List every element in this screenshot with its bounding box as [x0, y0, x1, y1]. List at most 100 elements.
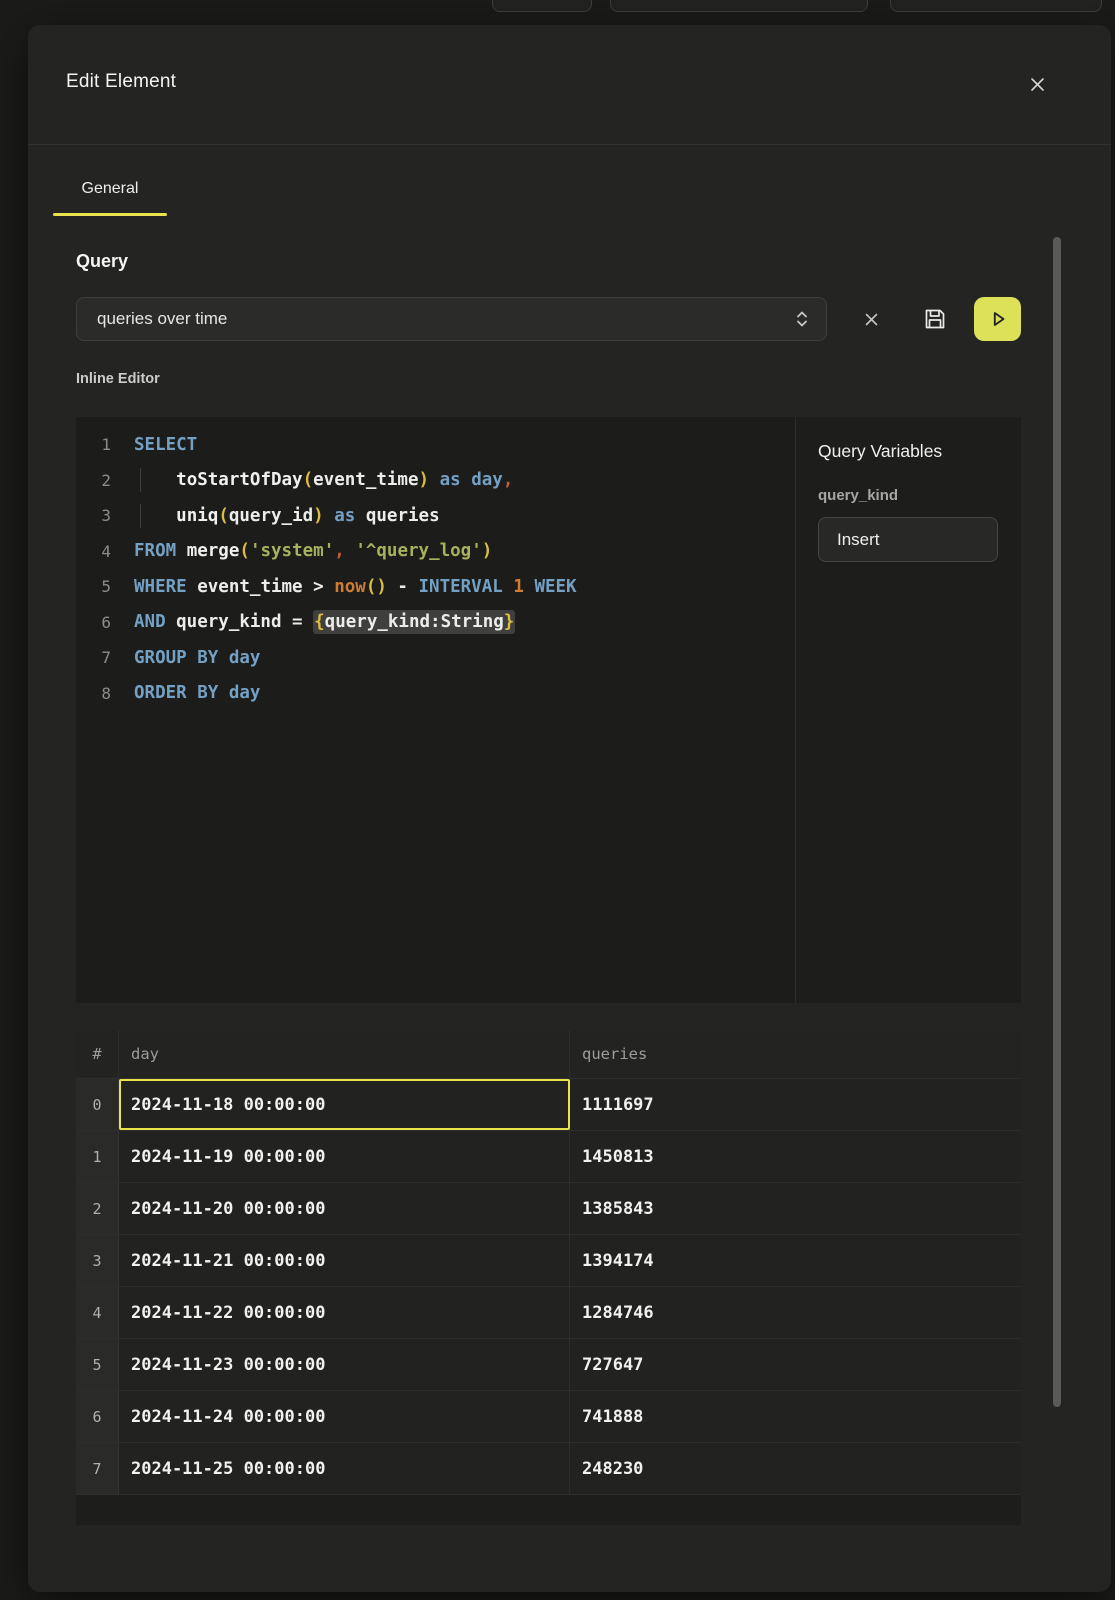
clear-x-icon [865, 313, 878, 326]
code-token-paren: ( [303, 470, 314, 490]
row-index-cell: 6 [76, 1391, 119, 1442]
code-token-plain: query_kind = [166, 612, 314, 632]
query-variables-list: query_kind Insert [818, 487, 999, 562]
code-text: FROM merge('system', '^query_log') [134, 541, 492, 561]
queries-cell[interactable]: 1385843 [570, 1183, 1021, 1234]
code-token-fn: toStartOfDay [176, 470, 302, 490]
results-table-footer [76, 1495, 1021, 1525]
day-cell[interactable]: 2024-11-21 00:00:00 [119, 1235, 570, 1286]
code-token-paren: ) [419, 470, 430, 490]
day-cell[interactable]: 2024-11-23 00:00:00 [119, 1339, 570, 1390]
code-token-brace: } [504, 612, 515, 632]
query-selector[interactable]: queries over time [76, 297, 827, 341]
code-token-orange: now [334, 577, 366, 597]
close-button[interactable] [1027, 74, 1047, 94]
table-row: 52024-11-23 00:00:00727647 [76, 1339, 1021, 1391]
day-cell[interactable]: 2024-11-22 00:00:00 [119, 1287, 570, 1338]
code-token-kw: GROUP [134, 648, 187, 668]
code-token-kw: FROM [134, 541, 176, 561]
indent-guide [140, 504, 141, 528]
results-table-header: # day queries [76, 1030, 1021, 1079]
background-toolbar-button[interactable] [492, 0, 592, 12]
queries-cell[interactable]: 1394174 [570, 1235, 1021, 1286]
code-token-plain [218, 683, 229, 703]
code-token-paren: ) [313, 506, 324, 526]
code-line[interactable]: 6 AND query_kind = {query_kind:String} [76, 605, 795, 641]
query-selector-value: queries over time [97, 309, 794, 329]
clear-query-button[interactable] [859, 307, 883, 331]
code-token-fn: uniq [176, 506, 218, 526]
code-line[interactable]: 5WHERE event_time > now() - INTERVAL 1 W… [76, 569, 795, 605]
code-token-paren: () [366, 577, 387, 597]
row-index-cell: 5 [76, 1339, 119, 1390]
tab-active-underline [53, 213, 167, 216]
code-text: WHERE event_time > now() - INTERVAL 1 WE… [134, 577, 577, 597]
line-number: 6 [81, 613, 111, 632]
modal-scrollbar-thumb[interactable] [1053, 237, 1061, 1407]
code-line[interactable]: 7GROUP BY day [76, 640, 795, 676]
day-cell[interactable]: 2024-11-25 00:00:00 [119, 1443, 570, 1494]
code-token-plain [524, 577, 535, 597]
code-token-kw: as [334, 506, 355, 526]
column-header-queries: queries [570, 1030, 1021, 1078]
row-index-cell: 7 [76, 1443, 119, 1494]
queries-cell[interactable]: 1450813 [570, 1131, 1021, 1182]
table-row: 12024-11-19 00:00:001450813 [76, 1131, 1021, 1183]
code-line[interactable]: 8 ORDER BY day [76, 676, 795, 712]
code-text: AND query_kind = {query_kind:String} [134, 612, 515, 632]
queries-cell[interactable]: 741888 [570, 1391, 1021, 1442]
save-query-button[interactable] [921, 305, 949, 333]
queries-cell[interactable]: 1284746 [570, 1287, 1021, 1338]
code-token-plain [187, 683, 198, 703]
code-token-plain [324, 506, 335, 526]
code-token-kw: WEEK [534, 577, 576, 597]
code-token-plain [345, 541, 356, 561]
edit-element-modal: Edit Element General Query queries over … [28, 25, 1111, 1592]
code-token-plain [429, 470, 440, 490]
code-text: ORDER BY day [134, 683, 260, 703]
code-token-kw: BY [197, 683, 218, 703]
insert-variable-button[interactable]: Insert [818, 517, 998, 562]
day-cell[interactable]: 2024-11-19 00:00:00 [119, 1131, 570, 1182]
background-toolbar-button[interactable] [890, 0, 1102, 12]
query-variables-panel: Query Variables query_kindInsert [796, 417, 1021, 1003]
code-lines: 1SELECT2 toStartOfDay(event_time) as day… [76, 427, 795, 711]
code-line[interactable]: 2 toStartOfDay(event_time) as day, [76, 463, 795, 499]
run-query-button[interactable] [974, 297, 1021, 341]
line-number: 2 [81, 471, 111, 490]
code-line[interactable]: 4FROM merge('system', '^query_log') [76, 534, 795, 570]
code-line[interactable]: 3 uniq(query_id) as queries [76, 498, 795, 534]
code-token-kw: day [229, 648, 261, 668]
code-token-kw: day [471, 470, 503, 490]
code-token-str: 'system' [250, 541, 334, 561]
play-triangle-icon [987, 308, 1009, 330]
variable-name-label: query_kind [818, 487, 999, 504]
code-line[interactable]: 1SELECT [76, 427, 795, 463]
code-text: toStartOfDay(event_time) as day, [134, 470, 513, 490]
code-token-paren: ) [482, 541, 493, 561]
table-row: 42024-11-22 00:00:001284746 [76, 1287, 1021, 1339]
line-number: 8 [81, 684, 111, 703]
code-text: uniq(query_id) as queries [134, 506, 440, 526]
sql-code-editor[interactable]: 1SELECT2 toStartOfDay(event_time) as day… [76, 417, 796, 1003]
code-token-brace: { [314, 612, 325, 632]
code-token-kw: ORDER [134, 683, 187, 703]
floppy-disk-icon [923, 307, 947, 331]
column-header-index: # [76, 1030, 119, 1078]
tab-general[interactable]: General [53, 180, 167, 216]
code-token-str: '^query_log' [355, 541, 481, 561]
code-token-comma: , [334, 541, 345, 561]
row-index-cell: 1 [76, 1131, 119, 1182]
day-cell-selected[interactable]: 2024-11-18 00:00:00 [119, 1079, 570, 1130]
code-token-kw: day [229, 683, 261, 703]
background-toolbar-button[interactable] [610, 0, 868, 12]
code-token-kw: INTERVAL [419, 577, 503, 597]
row-index-cell: 3 [76, 1235, 119, 1286]
queries-cell[interactable]: 1111697 [570, 1079, 1021, 1130]
day-cell[interactable]: 2024-11-24 00:00:00 [119, 1391, 570, 1442]
queries-cell[interactable]: 248230 [570, 1443, 1021, 1494]
day-cell[interactable]: 2024-11-20 00:00:00 [119, 1183, 570, 1234]
code-token-kw: WHERE [134, 577, 187, 597]
queries-cell[interactable]: 727647 [570, 1339, 1021, 1390]
code-token-kw: SELECT [134, 435, 197, 455]
